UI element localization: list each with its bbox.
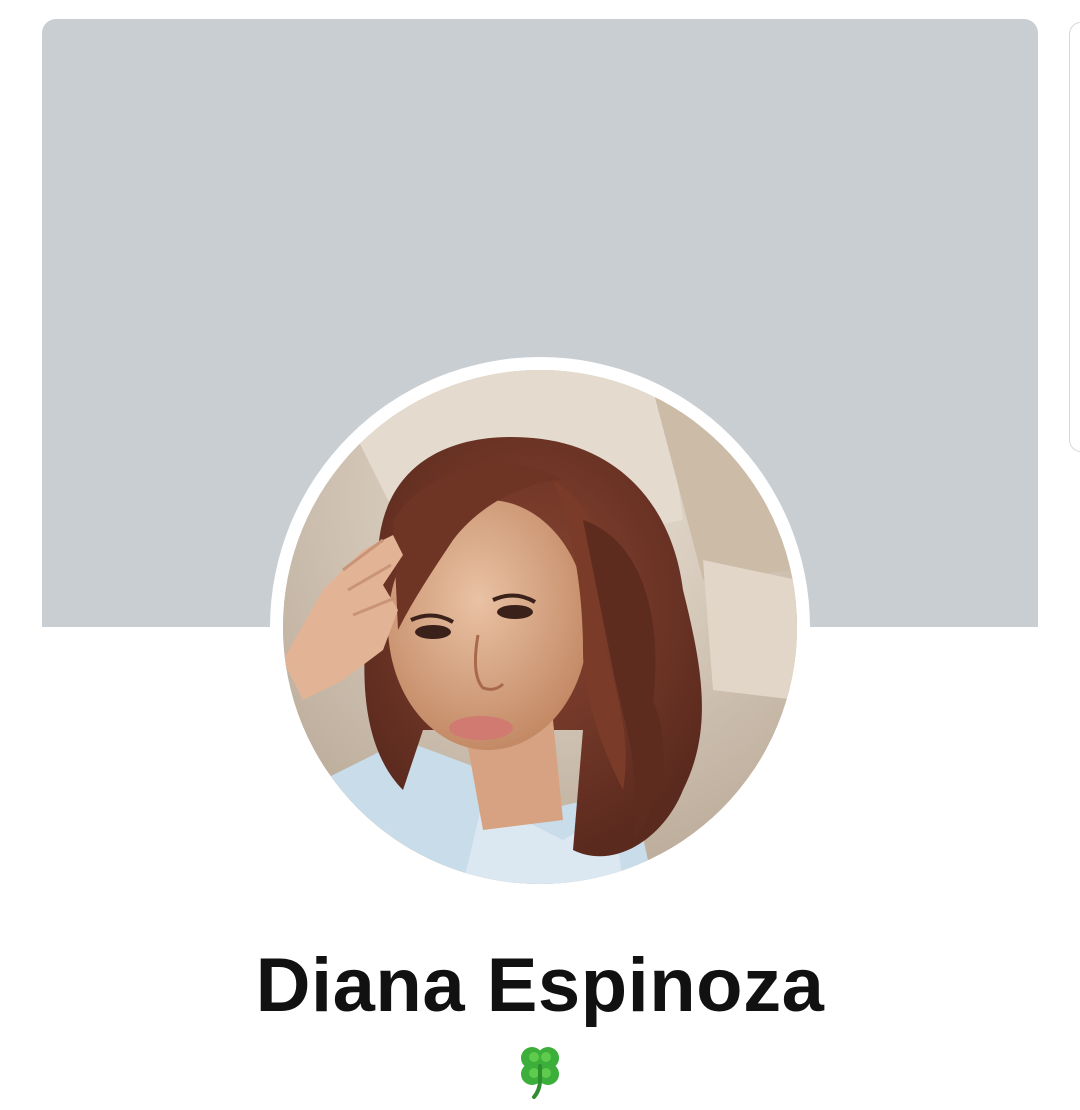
profile-name: Diana Espinoza xyxy=(255,943,825,1028)
avatar[interactable] xyxy=(283,370,797,884)
avatar-photo xyxy=(283,370,797,884)
four-leaf-clover-icon xyxy=(521,1047,559,1099)
bio-emoji-text: 🍀 xyxy=(0,1040,1,1041)
side-card-edge xyxy=(1069,22,1080,452)
profile-page: Diana Espinoza 🍀 xyxy=(0,0,1080,1110)
profile-bio: 🍀 xyxy=(0,1040,1080,1104)
